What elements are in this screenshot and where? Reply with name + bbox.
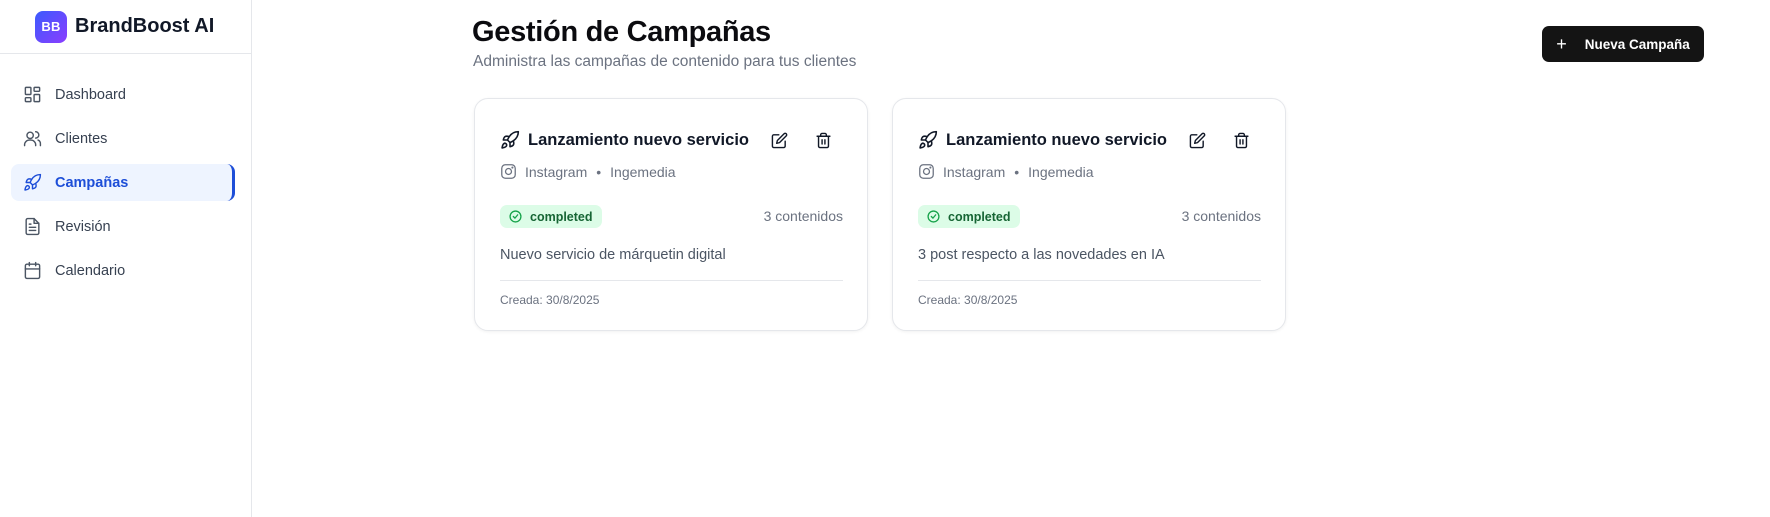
- instagram-icon: [918, 163, 935, 180]
- plus-icon: +: [1556, 34, 1567, 54]
- content-count: 3 contenidos: [1181, 208, 1261, 224]
- check-circle-icon: [927, 210, 940, 223]
- rocket-icon: [23, 173, 42, 192]
- users-icon: [23, 129, 42, 148]
- sidebar-item-campanas[interactable]: Campañas: [11, 164, 235, 201]
- sidebar: BB BrandBoost AI Dashboard Clientes Camp…: [0, 0, 252, 517]
- edit-button[interactable]: [768, 129, 790, 151]
- client-label: Ingemedia: [610, 163, 676, 180]
- sidebar-item-label: Clientes: [55, 130, 108, 147]
- sidebar-item-clientes[interactable]: Clientes: [11, 120, 235, 157]
- card-header: Lanzamiento nuevo servicio: [918, 130, 1167, 150]
- new-campaign-button[interactable]: + Nueva Campaña: [1542, 26, 1704, 62]
- delete-button[interactable]: [812, 129, 834, 151]
- instagram-icon: [500, 163, 517, 180]
- sidebar-nav: Dashboard Clientes Campañas Revisión Cal…: [0, 54, 251, 289]
- trash-icon: [1233, 132, 1249, 148]
- edit-button[interactable]: [1186, 129, 1208, 151]
- file-text-icon: [23, 217, 42, 236]
- card-divider: [918, 280, 1261, 281]
- card-header: Lanzamiento nuevo servicio: [500, 130, 749, 150]
- brand-name[interactable]: BrandBoost AI: [75, 15, 214, 38]
- sidebar-item-label: Dashboard: [55, 86, 126, 103]
- page-title: Gestión de Campañas: [472, 16, 771, 48]
- page-subtitle: Administra las campañas de contenido par…: [473, 53, 857, 70]
- sidebar-item-calendario[interactable]: Calendario: [11, 252, 235, 289]
- sidebar-item-label: Calendario: [55, 262, 126, 279]
- card-actions: [768, 129, 834, 151]
- edit-icon: [1189, 132, 1205, 148]
- new-campaign-label: Nueva Campaña: [1584, 36, 1690, 52]
- layout-dashboard-icon: [23, 85, 42, 104]
- meta-separator: •: [596, 163, 602, 180]
- content-count: 3 contenidos: [763, 208, 843, 224]
- edit-icon: [771, 132, 787, 148]
- campaign-description: 3 post respecto a las novedades en IA: [918, 247, 1165, 263]
- card-actions: [1186, 129, 1252, 151]
- status-badge: completed: [918, 205, 1020, 228]
- status-badge: completed: [500, 205, 602, 228]
- sidebar-item-label: Campañas: [55, 174, 129, 191]
- campaign-card[interactable]: Lanzamiento nuevo servicio Instagram • I…: [892, 98, 1286, 331]
- platform-label: Instagram: [525, 163, 588, 180]
- sidebar-item-label: Revisión: [55, 218, 111, 235]
- card-meta: Instagram • Ingemedia: [500, 163, 676, 180]
- card-divider: [500, 280, 843, 281]
- rocket-icon: [918, 130, 938, 150]
- check-circle-icon: [509, 210, 522, 223]
- status-label: completed: [948, 209, 1011, 224]
- campaign-title: Lanzamiento nuevo servicio: [946, 130, 1167, 149]
- campaign-card[interactable]: Lanzamiento nuevo servicio Instagram • I…: [474, 98, 868, 331]
- rocket-icon: [500, 130, 520, 150]
- delete-button[interactable]: [1230, 129, 1252, 151]
- platform-label: Instagram: [943, 163, 1006, 180]
- card-meta: Instagram • Ingemedia: [918, 163, 1094, 180]
- campaign-description: Nuevo servicio de márquetin digital: [500, 247, 726, 263]
- status-label: completed: [530, 209, 593, 224]
- brand-logo[interactable]: BB: [35, 10, 67, 43]
- created-date: Creada: 30/8/2025: [500, 293, 600, 307]
- brand-header: BB BrandBoost AI: [0, 0, 251, 54]
- calendar-icon: [23, 261, 42, 280]
- trash-icon: [815, 132, 831, 148]
- created-date: Creada: 30/8/2025: [918, 293, 1018, 307]
- sidebar-item-revision[interactable]: Revisión: [11, 208, 235, 245]
- client-label: Ingemedia: [1028, 163, 1094, 180]
- campaign-title: Lanzamiento nuevo servicio: [528, 130, 749, 149]
- sidebar-item-dashboard[interactable]: Dashboard: [11, 76, 235, 113]
- meta-separator: •: [1014, 163, 1020, 180]
